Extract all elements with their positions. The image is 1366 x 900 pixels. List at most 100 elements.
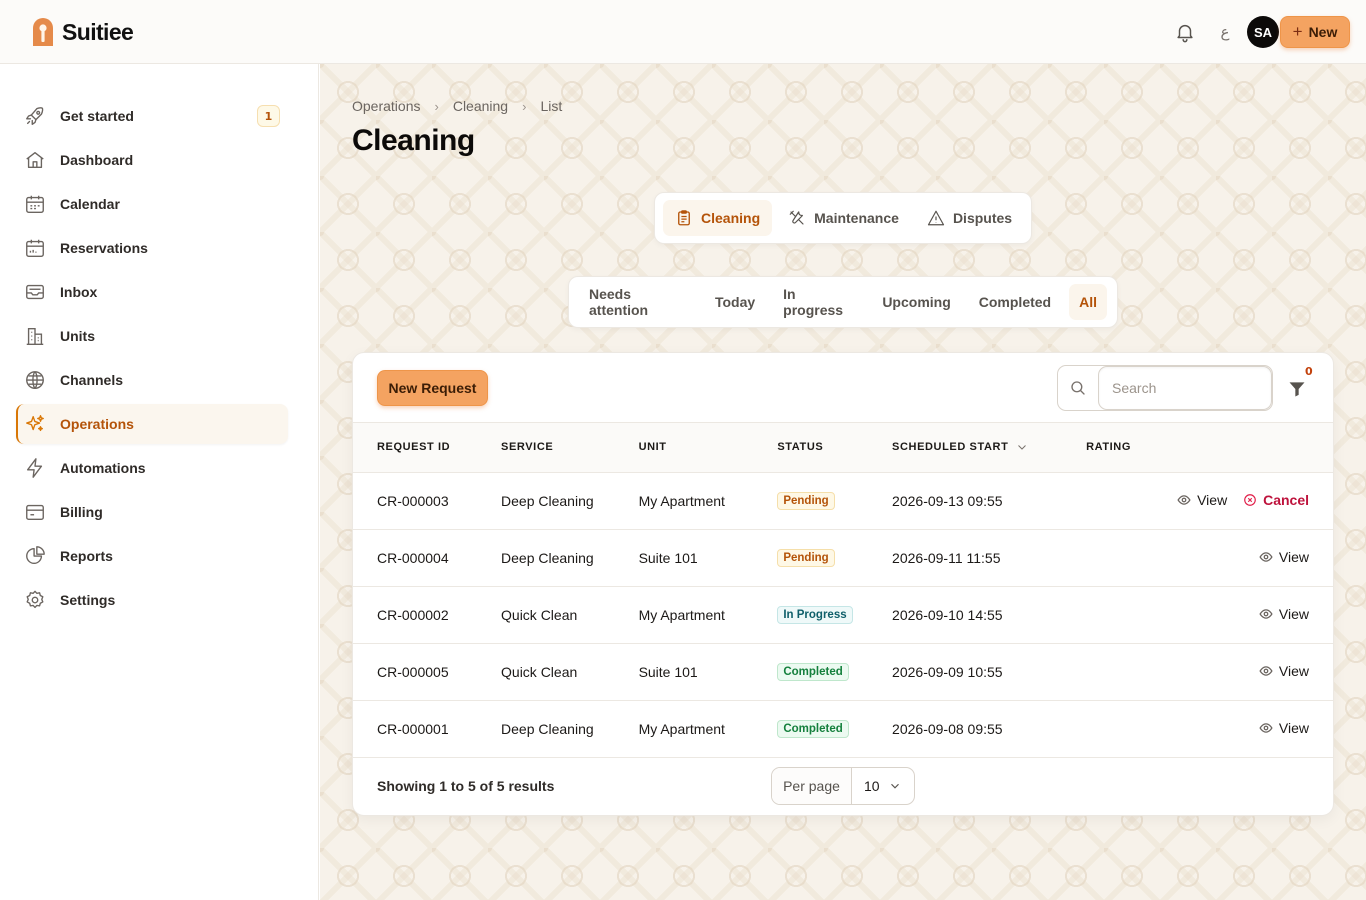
avatar[interactable]: SA (1247, 16, 1279, 48)
tab-all[interactable]: All (1069, 284, 1107, 320)
tab-disputes[interactable]: Disputes (915, 200, 1024, 236)
tab-today[interactable]: Today (705, 284, 765, 320)
per-page-select[interactable]: Per page 10 (771, 767, 915, 805)
sidebar-item-label: Operations (60, 416, 134, 432)
cell-request-id: CR-000002 (353, 586, 502, 644)
cancel-button[interactable]: Cancel (1243, 492, 1309, 508)
cell-status: Completed (777, 643, 893, 701)
sidebar-item-operations[interactable]: Operations (16, 404, 288, 444)
chevron-right-icon: › (434, 98, 439, 114)
cell-scheduled-start: 2026-09-13 09:55 (892, 472, 1087, 530)
col-status[interactable]: STATUS (777, 423, 893, 473)
globe-icon (26, 371, 44, 389)
view-label: View (1278, 719, 1309, 736)
sidebar-item-label: Billing (60, 504, 103, 520)
cell-rating (1086, 529, 1166, 587)
tab-cleaning[interactable]: Cleaning (663, 200, 773, 236)
bell-icon[interactable] (1174, 21, 1196, 43)
breadcrumb-cleaning[interactable]: Cleaning (453, 98, 508, 114)
cancel-label: Cancel (1263, 491, 1309, 508)
new-request-button[interactable]: New Request (377, 370, 488, 406)
tab-needs-attention[interactable]: Needs attention (579, 284, 697, 320)
search-icon[interactable] (1058, 379, 1098, 397)
sidebar-nav: Get started 1 Dashboard Calendar Reserva… (16, 96, 288, 624)
sidebar-item-settings[interactable]: Settings (16, 580, 288, 620)
filter-icon (1289, 382, 1305, 397)
sidebar-item-channels[interactable]: Channels (16, 360, 288, 400)
warning-icon (927, 210, 945, 226)
tab-maintenance[interactable]: Maintenance (776, 200, 911, 236)
sidebar-item-dashboard[interactable]: Dashboard (16, 140, 288, 180)
language-switch[interactable]: ع (1220, 23, 1230, 41)
col-request-id[interactable]: REQUEST ID (353, 423, 502, 473)
view-button[interactable]: View (1259, 663, 1309, 679)
main-content: Operations › Cleaning › List Cleaning Cl… (320, 64, 1366, 900)
filter-button[interactable]: 0 (1287, 365, 1313, 399)
view-button[interactable]: View (1259, 606, 1309, 622)
plus-icon: + (1292, 22, 1303, 41)
sidebar-item-label: Automations (60, 460, 146, 476)
sidebar-item-automations[interactable]: Automations (16, 448, 288, 488)
inbox-icon (26, 284, 44, 300)
status-badge: Pending (777, 492, 835, 510)
cell-scheduled-start: 2026-09-08 09:55 (892, 700, 1087, 758)
view-label: View (1278, 605, 1309, 622)
table-row: CR-000001 Deep Cleaning My Apartment Com… (353, 700, 1333, 758)
results-count: Showing 1 to 5 of 5 results (377, 778, 555, 794)
cell-unit: My Apartment (638, 700, 778, 758)
breadcrumb-operations[interactable]: Operations (352, 98, 420, 114)
status-tabs: Needs attention Today In progress Upcomi… (568, 276, 1118, 328)
view-button[interactable]: View (1177, 492, 1227, 508)
col-scheduled-start[interactable]: SCHEDULED START (892, 423, 1087, 473)
page-title: Cleaning (352, 124, 475, 157)
sidebar-item-billing[interactable]: Billing (16, 492, 288, 532)
sidebar-item-label: Reports (60, 548, 113, 564)
sidebar-item-units[interactable]: Units (16, 316, 288, 356)
cell-service: Deep Cleaning (501, 529, 639, 587)
building-icon (26, 327, 44, 345)
tab-completed[interactable]: Completed (969, 284, 1061, 320)
cell-service: Quick Clean (501, 643, 639, 701)
sidebar-item-calendar[interactable]: Calendar (16, 184, 288, 224)
category-tabs: Cleaning Maintenance Disputes (654, 192, 1032, 244)
col-rating[interactable]: RATING (1086, 423, 1166, 473)
view-button[interactable]: View (1259, 720, 1309, 736)
cell-status: Pending (777, 529, 893, 587)
sidebar-item-inbox[interactable]: Inbox (16, 272, 288, 312)
cell-scheduled-start: 2026-09-10 14:55 (892, 586, 1087, 644)
pie-chart-icon (26, 546, 45, 564)
search-box (1057, 365, 1273, 411)
view-button[interactable]: View (1259, 549, 1309, 565)
wrench-icon (789, 210, 804, 225)
search-input[interactable] (1098, 366, 1272, 410)
col-actions (1165, 423, 1333, 473)
home-icon (26, 151, 44, 169)
cell-request-id: CR-000004 (353, 529, 502, 587)
per-page-value[interactable]: 10 (852, 768, 914, 804)
table-row: CR-000003 Deep Cleaning My Apartment Pen… (353, 472, 1333, 530)
new-button[interactable]: + New (1280, 16, 1350, 48)
keyhole-logo-icon (33, 18, 53, 46)
breadcrumb: Operations › Cleaning › List (352, 98, 562, 114)
brand[interactable]: Suitiee (30, 16, 134, 48)
cell-status: Pending (777, 472, 893, 530)
calendar-icon (26, 195, 44, 213)
tab-in-progress[interactable]: In progress (773, 284, 864, 320)
sidebar-item-reports[interactable]: Reports (16, 536, 288, 576)
tab-upcoming[interactable]: Upcoming (872, 284, 960, 320)
clipboard-icon (678, 210, 690, 226)
col-unit[interactable]: UNIT (638, 423, 778, 473)
col-service[interactable]: SERVICE (501, 423, 639, 473)
sidebar-item-label: Dashboard (60, 152, 134, 168)
top-actions: ع SA + New (1174, 16, 1350, 48)
sparkles-icon (26, 415, 44, 432)
sidebar-item-get-started[interactable]: Get started 1 (16, 96, 288, 136)
cell-request-id: CR-000005 (353, 643, 502, 701)
eye-icon (1259, 551, 1273, 562)
rocket-icon (26, 107, 44, 125)
col-scheduled-start-label: SCHEDULED START (892, 441, 1009, 454)
cell-rating (1086, 643, 1166, 701)
brand-name: Suitiee (62, 18, 134, 45)
sidebar-item-reservations[interactable]: Reservations (16, 228, 288, 268)
tab-label: Cleaning (701, 210, 761, 226)
